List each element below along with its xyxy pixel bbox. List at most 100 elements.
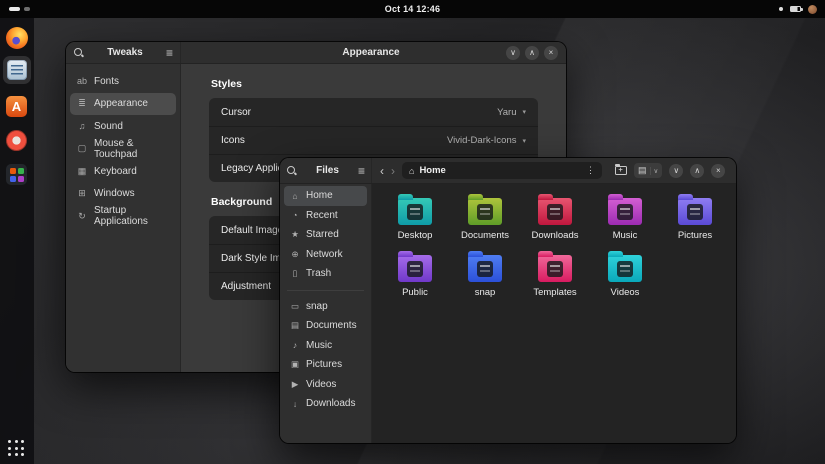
- sidebar-item-label: Home: [306, 190, 333, 202]
- tweaks-page-title: Appearance: [342, 47, 400, 58]
- dock-item-software[interactable]: [6, 164, 28, 186]
- folder-emblem: [407, 261, 423, 277]
- folder-emblem: [687, 204, 703, 220]
- tweaks-sidebar-header: Tweaks ≡: [66, 42, 181, 63]
- sidebar-item-music[interactable]: ♪ Music: [284, 336, 367, 356]
- sidebar-item-network[interactable]: ⊕ Network: [284, 245, 367, 265]
- sidebar-item-label: Pictures: [306, 359, 343, 371]
- row-label: Cursor: [221, 106, 252, 118]
- dock-item-firefox[interactable]: [6, 27, 28, 49]
- sidebar-item-videos[interactable]: ▶ Videos: [284, 375, 367, 395]
- sidebar-item-documents[interactable]: ▤ Documents: [284, 316, 367, 336]
- path-bar[interactable]: ⌂ Home ⋮: [402, 162, 602, 179]
- clock[interactable]: Oct 14 12:46: [385, 0, 440, 18]
- sidebar-item-pictures[interactable]: ▣ Pictures: [284, 355, 367, 375]
- minimize-button[interactable]: ∨: [669, 163, 684, 178]
- sidebar-item-label: Downloads: [306, 398, 356, 410]
- sidebar-item-label: Documents: [306, 320, 357, 332]
- maximize-button[interactable]: ∧: [525, 45, 539, 60]
- sidebar-item-fonts[interactable]: ab Fonts: [70, 70, 176, 93]
- show-apps-button[interactable]: [8, 440, 24, 456]
- chevron-down-icon: ▾: [522, 137, 526, 145]
- user-indicator-icon: [808, 4, 817, 14]
- firefox-icon: [6, 27, 28, 49]
- folder-item-documents[interactable]: Documents: [450, 192, 520, 241]
- folder-item-snap[interactable]: snap: [450, 249, 520, 298]
- path-menu-icon[interactable]: ⋮: [586, 165, 595, 176]
- dock-item-help[interactable]: [6, 130, 28, 152]
- cursor-row[interactable]: Cursor Yaru ▾: [209, 98, 538, 126]
- folder-item-public[interactable]: Public: [380, 249, 450, 298]
- startup-icon: ↻: [78, 210, 86, 221]
- folder-item-pictures[interactable]: Pictures: [660, 192, 730, 241]
- folder-grid: Desktop Documents Downloads Music Pictur…: [380, 192, 730, 298]
- fonts-icon: ab: [76, 76, 87, 87]
- view-toggle-button[interactable]: ▤ ∨: [634, 163, 663, 178]
- keyboard-icon: ▦: [77, 165, 87, 176]
- folder-icon: [608, 251, 642, 282]
- folder-item-templates[interactable]: Templates: [520, 249, 590, 298]
- appearance-icon: ≣: [78, 98, 86, 109]
- dock-item-text-editor[interactable]: [6, 59, 28, 81]
- home-icon: ⌂: [409, 165, 415, 176]
- battery-icon: [790, 6, 803, 12]
- sidebar-item-label: Fonts: [94, 75, 120, 87]
- folder-emblem: [547, 204, 563, 220]
- maximize-button[interactable]: ∧: [690, 163, 705, 178]
- sidebar-item-windows[interactable]: ⊞ Windows: [70, 183, 176, 206]
- folder-emblem: [407, 204, 423, 220]
- minimize-button[interactable]: ∨: [506, 45, 520, 60]
- sidebar-item-label: Windows: [94, 188, 135, 200]
- folder-item-desktop[interactable]: Desktop: [380, 192, 450, 241]
- sidebar-item-trash[interactable]: ▯ Trash: [284, 264, 367, 284]
- workspace-pill: [24, 7, 30, 11]
- files-headerbar: Files ≡ ‹ › ⌂ Home ⋮ ▤ ∨ ∨ ∧ ×: [280, 158, 736, 184]
- folder-item-videos[interactable]: Videos: [590, 249, 660, 298]
- icons-combo[interactable]: Vivid-Dark-Icons ▾: [447, 135, 526, 146]
- folder-icon: [678, 194, 712, 225]
- menu-icon[interactable]: ≡: [358, 165, 365, 177]
- windows-icon: ⊞: [78, 188, 86, 199]
- a-app-icon: A: [6, 96, 27, 117]
- back-button[interactable]: ‹: [380, 165, 384, 177]
- folder-emblem: [477, 204, 493, 220]
- search-icon[interactable]: [286, 165, 297, 176]
- menu-icon[interactable]: ≡: [166, 47, 173, 59]
- folder-item-downloads[interactable]: Downloads: [520, 192, 590, 241]
- close-button[interactable]: ×: [711, 163, 726, 178]
- new-folder-button[interactable]: [614, 164, 627, 175]
- sidebar-item-snap[interactable]: ▭ snap: [284, 297, 367, 317]
- sidebar-item-mouse-touchpad[interactable]: ▢ Mouse & Touchpad: [70, 138, 176, 161]
- folder-emblem: [547, 261, 563, 277]
- desktop: Oct 14 12:46 A Tweaks ≡ Appearance ∨ ∧ ×…: [0, 0, 825, 464]
- forward-button[interactable]: ›: [391, 165, 395, 177]
- music-icon: ♪: [292, 340, 298, 351]
- dock-item-a-app[interactable]: A: [6, 96, 28, 118]
- top-bar: Oct 14 12:46: [0, 0, 825, 18]
- sidebar-item-startup-applications[interactable]: ↻ Startup Applications: [70, 205, 176, 228]
- close-button[interactable]: ×: [544, 45, 558, 60]
- cursor-combo[interactable]: Yaru ▾: [497, 107, 526, 118]
- sidebar-item-appearance[interactable]: ≣ Appearance: [70, 92, 176, 115]
- star-icon: ★: [291, 229, 299, 240]
- icons-row[interactable]: Icons Vivid-Dark-Icons ▾: [209, 126, 538, 154]
- search-icon[interactable]: [73, 47, 84, 58]
- sidebar-item-sound[interactable]: ♫ Sound: [70, 115, 176, 138]
- sidebar-separator: [287, 289, 364, 291]
- files-content: Desktop Documents Downloads Music Pictur…: [372, 184, 736, 443]
- system-status-area[interactable]: [779, 0, 817, 18]
- trash-icon: ▯: [292, 268, 298, 279]
- workspace-pill-active: [9, 7, 20, 11]
- view-options-dropdown-icon[interactable]: ∨: [649, 166, 658, 175]
- workspace-indicator[interactable]: [9, 7, 30, 11]
- row-label: Icons: [221, 135, 245, 146]
- combo-value: Yaru: [497, 106, 517, 118]
- sidebar-item-home[interactable]: ⌂ Home: [284, 186, 367, 206]
- sidebar-item-starred[interactable]: ★ Starred: [284, 225, 367, 245]
- folder-icon: ▭: [290, 300, 300, 311]
- folder-emblem: [477, 261, 493, 277]
- sidebar-item-keyboard[interactable]: ▦ Keyboard: [70, 160, 176, 183]
- sidebar-item-recent[interactable]: ◔ Recent: [284, 206, 367, 226]
- sidebar-item-downloads[interactable]: ↓ Downloads: [284, 394, 367, 414]
- folder-item-music[interactable]: Music: [590, 192, 660, 241]
